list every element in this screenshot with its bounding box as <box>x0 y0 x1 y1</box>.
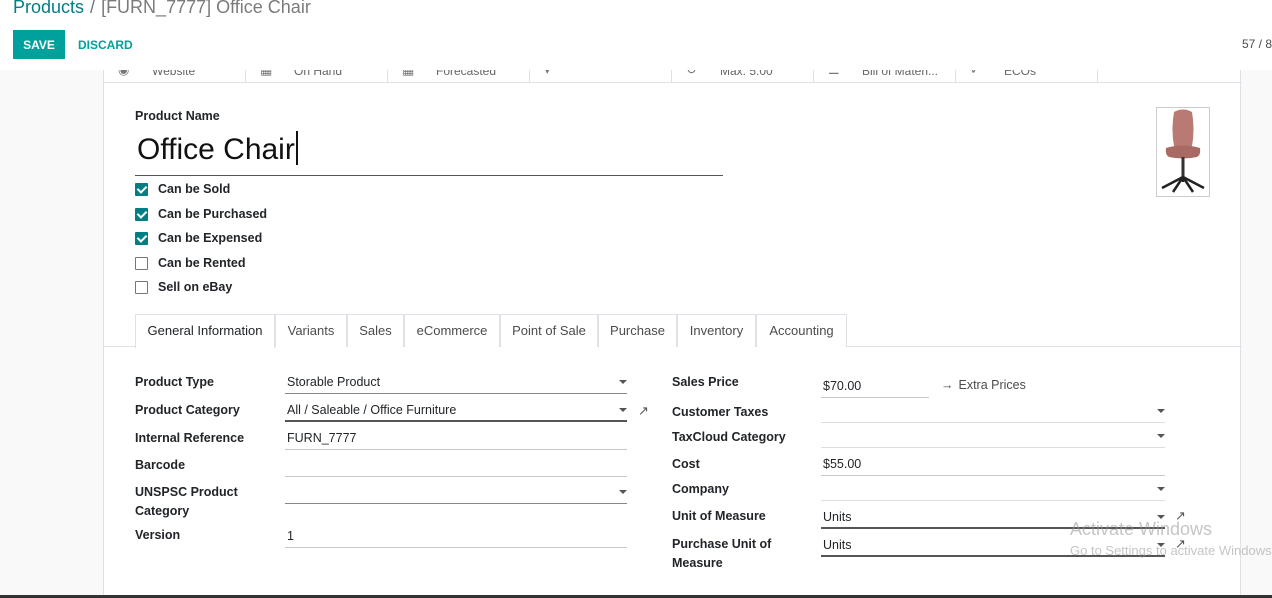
tab-general-information[interactable]: General Information <box>135 314 275 348</box>
ecos-smart-button[interactable]: ✓ ECOs <box>956 70 1098 82</box>
product-type-select[interactable]: Storable Product <box>285 372 627 394</box>
activate-windows-subtext: Go to Settings to activate Windows. <box>1070 543 1272 558</box>
company-select[interactable] <box>821 479 1165 501</box>
taxcloud-category-label: TaxCloud Category <box>672 430 786 444</box>
taxcloud-category-select[interactable] <box>821 426 1165 448</box>
barcode-input[interactable] <box>285 455 627 477</box>
breadcrumb: Products / [FURN_7777] Office Chair <box>13 0 311 18</box>
can-be-purchased-checkbox[interactable] <box>135 208 148 221</box>
internal-reference-value: FURN_7777 <box>287 431 357 445</box>
cubes-icon: ▦ <box>402 70 414 78</box>
smart-button-label: On Hand <box>294 70 343 78</box>
sales-price-value: $70.00 <box>823 379 862 393</box>
can-be-expensed-checkbox[interactable] <box>135 232 148 245</box>
tab-sales[interactable]: Sales <box>347 314 404 347</box>
tab-accounting[interactable]: Accounting <box>756 314 847 347</box>
bom-smart-button[interactable]: ☰ Bill of Materi... <box>814 70 956 82</box>
product-category-select[interactable]: All / Saleable / Office Furniture <box>285 400 627 422</box>
cost-value: $55.00 <box>823 457 862 471</box>
can-be-expensed-label[interactable]: Can be Expensed <box>158 231 262 245</box>
dropdown-icon: ▾ <box>544 70 551 78</box>
chevron-down-icon <box>1157 409 1165 413</box>
pager-value[interactable]: 57 / 8 <box>1242 37 1272 51</box>
list-icon: ☰ <box>828 70 840 78</box>
extra-prices-label: Extra Prices <box>958 378 1026 392</box>
product-type-label: Product Type <box>135 375 214 389</box>
can-be-rented-checkbox[interactable] <box>135 257 148 270</box>
more-smart-button[interactable]: ▾ <box>530 70 672 82</box>
refresh-icon: ↻ <box>686 70 697 78</box>
unspsc-category-label: UNSPSC Product Category <box>135 485 238 518</box>
website-smart-button[interactable]: ◉ Website <box>104 70 246 82</box>
smart-button-box: ◉ Website ▦ On Hand ▦ Forecasted ▾ ↻ Max… <box>104 70 1242 83</box>
can-be-sold-checkbox[interactable] <box>135 183 148 196</box>
save-button[interactable]: SAVE <box>13 30 65 59</box>
purchase-uom-value: Units <box>823 538 852 552</box>
tab-variants[interactable]: Variants <box>275 314 347 347</box>
sales-price-label: Sales Price <box>672 375 739 389</box>
chevron-down-icon <box>1157 434 1165 438</box>
company-label: Company <box>672 482 729 496</box>
forecasted-smart-button[interactable]: ▦ Forecasted <box>388 70 530 82</box>
cost-label: Cost <box>672 457 700 471</box>
unit-of-measure-value: Units <box>823 510 852 524</box>
smart-button-label: Website <box>152 70 196 78</box>
extra-prices-button[interactable]: → Extra Prices <box>941 378 1026 392</box>
sell-on-ebay-checkbox[interactable] <box>135 281 148 294</box>
product-name-label: Product Name <box>135 109 220 123</box>
control-panel: Products / [FURN_7777] Office Chair SAVE D… <box>0 0 1272 70</box>
smart-button-label: ECOs <box>1004 70 1037 78</box>
activate-windows-watermark: Activate Windows <box>1070 519 1213 539</box>
breadcrumb-products-link[interactable]: Products <box>13 0 84 17</box>
discard-button[interactable]: DISCARD <box>72 30 139 59</box>
unit-of-measure-label: Unit of Measure <box>672 509 766 523</box>
text-caret <box>295 131 298 165</box>
can-be-purchased-label[interactable]: Can be Purchased <box>158 207 267 221</box>
on-hand-smart-button[interactable]: ▦ On Hand <box>246 70 388 82</box>
check-icon: ✓ <box>970 70 981 78</box>
reordering-smart-button[interactable]: ↻ Max: 5.00 <box>672 70 814 82</box>
internal-reference-label: Internal Reference <box>135 431 245 445</box>
customer-taxes-select[interactable] <box>821 401 1165 423</box>
customer-taxes-label: Customer Taxes <box>672 405 769 419</box>
product-type-value: Storable Product <box>287 375 381 389</box>
product-name-value: Office Chair <box>137 133 295 166</box>
purchase-uom-label: Purchase Unit of Measure <box>672 537 772 570</box>
breadcrumb-current: [FURN_7777] Office Chair <box>101 0 311 17</box>
tab-purchase[interactable]: Purchase <box>598 314 677 347</box>
chevron-down-icon <box>619 490 627 494</box>
barcode-label: Barcode <box>135 458 186 472</box>
cubes-icon: ▦ <box>260 70 272 78</box>
product-name-input[interactable]: Office Chair <box>135 130 723 176</box>
product-category-value: All / Saleable / Office Furniture <box>287 403 457 417</box>
smart-button-label: Max: 5.00 <box>720 70 773 78</box>
version-input[interactable]: 1 <box>285 526 627 548</box>
product-category-label: Product Category <box>135 403 240 417</box>
sales-price-input[interactable]: $70.00 <box>821 376 929 398</box>
can-be-sold-label[interactable]: Can be Sold <box>158 182 230 196</box>
sell-on-ebay-label[interactable]: Sell on eBay <box>158 280 232 294</box>
smart-button-label: Forecasted <box>436 70 497 78</box>
chevron-down-icon <box>1157 487 1165 491</box>
smart-button-label: Bill of Materi... <box>862 70 939 78</box>
tab-ecommerce[interactable]: eCommerce <box>404 314 500 347</box>
chevron-down-icon <box>619 380 627 384</box>
unspsc-category-select[interactable] <box>285 482 627 504</box>
version-label: Version <box>135 528 181 542</box>
can-be-rented-label[interactable]: Can be Rented <box>158 256 246 270</box>
tab-inventory[interactable]: Inventory <box>677 314 756 347</box>
chevron-down-icon <box>619 408 627 412</box>
arrow-right-icon: → <box>941 378 954 392</box>
globe-icon: ◉ <box>118 70 129 78</box>
cost-input[interactable]: $55.00 <box>821 454 1165 476</box>
external-link-icon[interactable]: ↗ <box>638 403 649 419</box>
product-image[interactable] <box>1156 107 1210 197</box>
internal-reference-input[interactable]: FURN_7777 <box>285 428 627 450</box>
version-value: 1 <box>287 529 294 543</box>
breadcrumb-separator: / <box>90 0 96 17</box>
office-chair-image <box>1161 109 1205 193</box>
tab-point-of-sale[interactable]: Point of Sale <box>500 314 598 347</box>
